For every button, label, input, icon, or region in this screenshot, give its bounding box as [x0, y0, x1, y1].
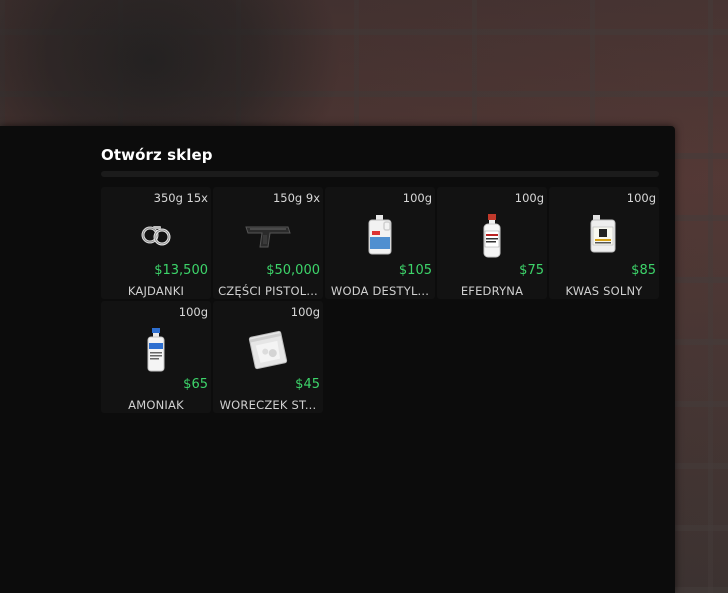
item-weight-quantity: 100g	[514, 191, 544, 205]
distilled-water-canister-icon	[325, 213, 435, 265]
item-weight-quantity: 100g	[290, 305, 320, 319]
item-name: KWAS SOLNY	[565, 284, 643, 298]
item-price: $75	[519, 263, 544, 278]
item-price: $13,500	[154, 263, 208, 278]
item-name: WODA DESTYL...	[330, 284, 430, 298]
shop-item-efedryna[interactable]: 100g $75 EFEDRYNA	[437, 187, 547, 299]
shop-item-woda-destylowana[interactable]: 100g $105 WODA DESTYL...	[325, 187, 435, 299]
shop-item-kajdanki[interactable]: 350g 15x $13,500 KAJDANKI	[101, 187, 211, 299]
shop-panel: Otwórz sklep 350g 15x $13,500 KAJDANKI 1…	[0, 126, 675, 593]
item-price: $85	[631, 263, 656, 278]
item-weight-quantity: 350g 15x	[153, 191, 208, 205]
shop-item-czesci-pistoletu[interactable]: 150g 9x $50,000 CZĘŚCI PISTOL...	[213, 187, 323, 299]
ephedrine-bottle-icon	[437, 213, 547, 265]
item-price: $50,000	[266, 263, 320, 278]
shop-item-grid: 350g 15x $13,500 KAJDANKI 150g 9x $50,00…	[101, 187, 663, 413]
handcuffs-icon	[101, 213, 211, 265]
item-weight-quantity: 100g	[626, 191, 656, 205]
item-name: KAJDANKI	[127, 284, 185, 298]
shop-item-amoniak[interactable]: 100g $65 AMONIAK	[101, 301, 211, 413]
item-weight-quantity: 100g	[402, 191, 432, 205]
item-name: AMONIAK	[128, 398, 184, 412]
item-name: CZĘŚCI PISTOL...	[218, 284, 318, 298]
shop-item-woreczek-strunowy[interactable]: 100g $45 WORECZEK ST...	[213, 301, 323, 413]
pistol-parts-icon	[213, 213, 323, 265]
shop-item-kwas-solny[interactable]: 100g $85 KWAS SOLNY	[549, 187, 659, 299]
acid-canister-icon	[549, 213, 659, 265]
item-name: WORECZEK ST...	[219, 398, 317, 412]
item-weight-quantity: 100g	[178, 305, 208, 319]
item-price: $45	[295, 377, 320, 392]
item-name: EFEDRYNA	[460, 284, 524, 298]
shop-title: Otwórz sklep	[101, 146, 213, 164]
item-price: $105	[398, 263, 432, 278]
plastic-bag-icon	[213, 327, 323, 379]
shop-progress-bar	[101, 171, 659, 177]
ammonia-bottle-icon	[101, 327, 211, 379]
item-price: $65	[183, 377, 208, 392]
item-weight-quantity: 150g 9x	[272, 191, 320, 205]
